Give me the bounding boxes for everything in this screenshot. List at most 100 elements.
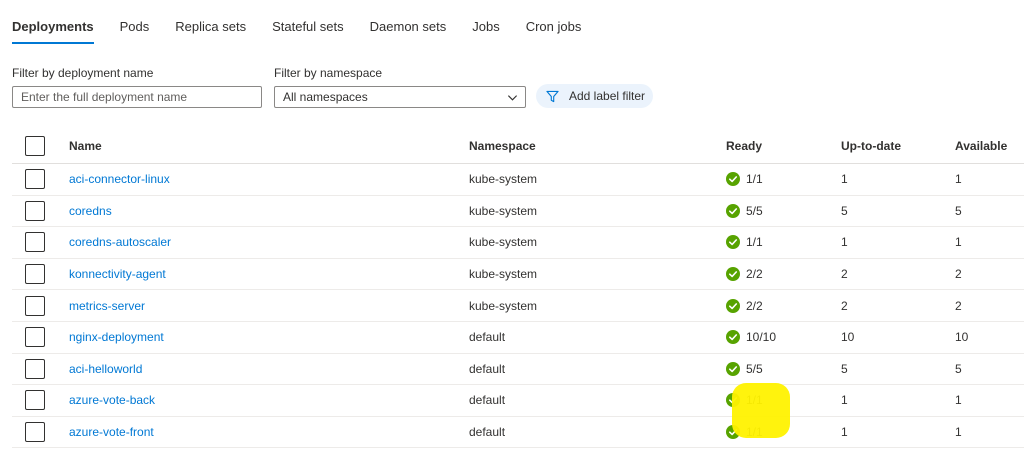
namespace-cell: kube-system (469, 267, 538, 282)
available-cell: 1 (955, 235, 962, 250)
select-all-checkbox[interactable] (25, 135, 45, 156)
available-cell: 5 (955, 361, 962, 376)
deployment-name-link[interactable]: coredns-autoscaler (69, 235, 171, 249)
column-header-ready[interactable]: Ready (726, 139, 841, 153)
namespace-cell: kube-system (469, 235, 538, 250)
table-body: aci-connector-linux kube-system 1/1 1 1 … (12, 164, 1024, 449)
tab-replica-sets[interactable]: Replica sets (175, 14, 246, 44)
tab-daemon-sets[interactable]: Daemon sets (370, 14, 447, 44)
available-cell: 10 (955, 330, 969, 345)
uptodate-cell: 2 (841, 267, 848, 282)
available-cell: 1 (955, 393, 962, 408)
row-checkbox[interactable] (25, 169, 45, 190)
ready-cell: 5/5 (726, 203, 841, 218)
deployment-name-link[interactable]: konnectivity-agent (69, 267, 166, 281)
available-cell: 2 (955, 298, 962, 313)
row-checkbox[interactable] (25, 327, 45, 348)
deployment-name-link[interactable]: aci-connector-linux (69, 172, 170, 186)
uptodate-cell: 1 (841, 235, 848, 250)
namespace-cell: default (469, 425, 506, 440)
add-label-filter-label: Add label filter (569, 89, 646, 103)
column-header-namespace[interactable]: Namespace (469, 139, 726, 153)
table-row[interactable]: konnectivity-agent kube-system 2/2 2 2 (12, 259, 1024, 291)
deployment-name-link[interactable]: coredns (69, 204, 112, 218)
ready-cell: 1/1 (726, 172, 841, 187)
ready-cell: 2/2 (726, 298, 841, 313)
tab-jobs[interactable]: Jobs (472, 14, 499, 44)
uptodate-cell: 10 (841, 330, 855, 345)
check-circle-icon (726, 235, 740, 250)
deployment-name-link[interactable]: azure-vote-front (69, 425, 154, 439)
uptodate-cell: 1 (841, 425, 848, 440)
row-checkbox[interactable] (25, 422, 45, 443)
available-cell: 1 (955, 425, 962, 440)
deployment-name-link[interactable]: aci-helloworld (69, 362, 142, 376)
available-cell: 1 (955, 172, 962, 187)
row-checkbox[interactable] (25, 232, 45, 253)
tab-stateful-sets[interactable]: Stateful sets (272, 14, 344, 44)
uptodate-cell: 1 (841, 172, 848, 187)
namespace-dropdown-value: All namespaces (283, 90, 368, 104)
tab-pods[interactable]: Pods (120, 14, 150, 44)
table-row[interactable]: metrics-server kube-system 2/2 2 2 (12, 290, 1024, 322)
check-circle-icon (726, 361, 740, 376)
namespace-filter-group: Filter by namespace All namespaces (274, 66, 526, 108)
deployment-name-link[interactable]: azure-vote-back (69, 393, 155, 407)
ready-cell: 5/5 (726, 361, 841, 376)
highlight-mark (732, 383, 790, 438)
table-row[interactable]: aci-helloworld default 5/5 5 5 (12, 354, 1024, 386)
row-checkbox[interactable] (25, 390, 45, 411)
column-header-uptodate[interactable]: Up-to-date (841, 139, 955, 153)
uptodate-cell: 2 (841, 298, 848, 313)
namespace-cell: kube-system (469, 172, 538, 187)
deployments-table: Name Namespace Ready Up-to-date Availabl… (12, 128, 1024, 449)
ready-value: 5/5 (746, 203, 763, 218)
resource-tabs: Deployments Pods Replica sets Stateful s… (12, 14, 607, 46)
table-row[interactable]: azure-vote-back default 1/1 1 1 (12, 385, 1024, 417)
available-cell: 5 (955, 203, 962, 218)
namespace-cell: default (469, 361, 506, 376)
table-row[interactable]: aci-connector-linux kube-system 1/1 1 1 (12, 164, 1024, 196)
tab-deployments[interactable]: Deployments (12, 14, 94, 44)
check-circle-icon (726, 298, 740, 313)
namespace-cell: kube-system (469, 203, 538, 218)
ready-cell: 2/2 (726, 267, 841, 282)
deployment-name-link[interactable]: metrics-server (69, 299, 145, 313)
table-row[interactable]: nginx-deployment default 10/10 10 10 (12, 322, 1024, 354)
row-checkbox[interactable] (25, 358, 45, 379)
column-header-name[interactable]: Name (69, 139, 469, 153)
tab-cron-jobs[interactable]: Cron jobs (526, 14, 582, 44)
row-checkbox[interactable] (25, 264, 45, 285)
column-header-available[interactable]: Available (955, 139, 1015, 153)
row-checkbox[interactable] (25, 295, 45, 316)
chevron-down-icon (507, 95, 518, 101)
namespace-dropdown[interactable]: All namespaces (274, 86, 526, 108)
deployment-name-input[interactable] (12, 86, 262, 108)
filter-bar: Filter by deployment name Filter by name… (12, 66, 538, 108)
ready-value: 2/2 (746, 267, 763, 282)
check-circle-icon (726, 267, 740, 282)
namespace-cell: kube-system (469, 298, 538, 313)
deployment-name-link[interactable]: nginx-deployment (69, 330, 164, 344)
ready-value: 5/5 (746, 361, 763, 376)
ready-value: 2/2 (746, 298, 763, 313)
row-checkbox[interactable] (25, 200, 45, 221)
namespace-cell: default (469, 393, 506, 408)
ready-value: 1/1 (746, 172, 763, 187)
funnel-icon (546, 90, 559, 102)
ready-cell: 1/1 (726, 235, 841, 250)
uptodate-cell: 5 (841, 361, 848, 376)
ready-value: 1/1 (746, 235, 763, 250)
ready-cell: 10/10 (726, 330, 841, 345)
ready-value: 10/10 (746, 330, 777, 345)
name-filter-group: Filter by deployment name (12, 66, 262, 108)
table-row[interactable]: azure-vote-front default 1/1 1 1 (12, 417, 1024, 449)
namespace-filter-label: Filter by namespace (274, 66, 383, 80)
uptodate-cell: 5 (841, 203, 848, 218)
add-label-filter-button[interactable]: Add label filter (536, 84, 654, 108)
namespace-cell: default (469, 330, 506, 345)
table-row[interactable]: coredns-autoscaler kube-system 1/1 1 1 (12, 227, 1024, 259)
check-circle-icon (726, 172, 740, 187)
table-row[interactable]: coredns kube-system 5/5 5 5 (12, 196, 1024, 228)
available-cell: 2 (955, 267, 962, 282)
